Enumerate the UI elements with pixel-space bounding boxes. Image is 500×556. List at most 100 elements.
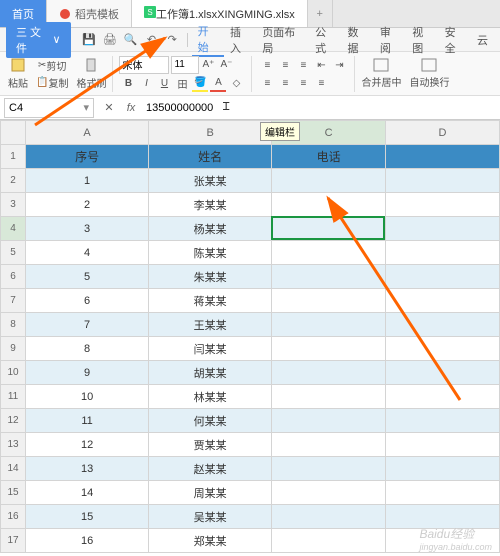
row-header[interactable]: 9 — [1, 337, 26, 361]
cell-seq[interactable]: 4 — [26, 241, 149, 265]
cell-seq[interactable]: 15 — [26, 505, 149, 529]
align-top-icon[interactable]: ≡ — [259, 58, 275, 74]
align-bottom-icon[interactable]: ≡ — [295, 58, 311, 74]
font-color-icon[interactable]: A — [210, 76, 226, 92]
menu-formula[interactable]: 公式 — [309, 24, 341, 56]
fill-color-icon[interactable]: 🪣 — [192, 76, 208, 92]
cell-seq[interactable]: 1 — [26, 169, 149, 193]
cell[interactable] — [386, 337, 500, 361]
cell-seq[interactable]: 12 — [26, 433, 149, 457]
cell-name[interactable]: 林某某 — [149, 385, 272, 409]
align-middle-icon[interactable]: ≡ — [277, 58, 293, 74]
cell-phone[interactable] — [272, 529, 386, 553]
cell-name[interactable]: 陈某某 — [149, 241, 272, 265]
cell[interactable] — [386, 361, 500, 385]
align-right-icon[interactable]: ≡ — [295, 76, 311, 92]
row-header[interactable]: 4 — [1, 217, 26, 241]
font-size-input[interactable] — [171, 56, 199, 74]
cell-name[interactable]: 张某某 — [149, 169, 272, 193]
header-seq[interactable]: 序号 — [26, 145, 149, 169]
cell[interactable] — [386, 385, 500, 409]
copy-button[interactable]: 📋 复制 — [36, 75, 68, 90]
font-name-input[interactable] — [119, 56, 169, 74]
cell-seq[interactable]: 16 — [26, 529, 149, 553]
indent-left-icon[interactable]: ⇤ — [313, 58, 329, 74]
row-header[interactable]: 17 — [1, 529, 26, 553]
cell[interactable] — [386, 241, 500, 265]
cell[interactable] — [386, 481, 500, 505]
col-header-d[interactable]: D — [386, 121, 500, 145]
paste-button[interactable]: 粘贴 — [8, 57, 28, 90]
print-icon[interactable]: 🖨 — [102, 32, 117, 48]
cell[interactable] — [386, 217, 500, 241]
row-header[interactable]: 16 — [1, 505, 26, 529]
cell-phone[interactable] — [272, 361, 386, 385]
cell-phone[interactable] — [272, 217, 386, 241]
cell-name[interactable]: 赵某某 — [149, 457, 272, 481]
header-name[interactable]: 姓名 — [149, 145, 272, 169]
cell-name[interactable]: 吴某某 — [149, 505, 272, 529]
menu-cloud[interactable]: 云 — [471, 32, 494, 48]
cut-button[interactable]: ✂ 剪切 — [38, 58, 66, 73]
indent-right-icon[interactable]: ⇥ — [331, 58, 347, 74]
cell[interactable] — [386, 313, 500, 337]
menu-insert[interactable]: 插入 — [224, 24, 256, 56]
cell-seq[interactable]: 8 — [26, 337, 149, 361]
row-header[interactable]: 6 — [1, 265, 26, 289]
menu-data[interactable]: 数据 — [341, 24, 373, 56]
cell-name[interactable]: 朱某某 — [149, 265, 272, 289]
cell-name[interactable]: 闫某某 — [149, 337, 272, 361]
cell-name[interactable]: 王某某 — [149, 313, 272, 337]
formula-input[interactable] — [142, 98, 493, 118]
save-icon[interactable]: 💾 — [82, 32, 97, 48]
cell[interactable] — [386, 433, 500, 457]
cell-phone[interactable] — [272, 505, 386, 529]
wrap-button[interactable]: 自动换行 — [409, 58, 449, 89]
row-header[interactable]: 7 — [1, 289, 26, 313]
row-header[interactable]: 10 — [1, 361, 26, 385]
cell-phone[interactable] — [272, 385, 386, 409]
cell-name[interactable]: 杨某某 — [149, 217, 272, 241]
cell-phone[interactable] — [272, 241, 386, 265]
border-icon[interactable]: 田 — [174, 76, 190, 92]
col-header-a[interactable]: A — [26, 121, 149, 145]
cell[interactable] — [386, 457, 500, 481]
row-header[interactable]: 15 — [1, 481, 26, 505]
cancel-icon[interactable]: ✕ — [100, 99, 118, 117]
cell-phone[interactable] — [272, 313, 386, 337]
cell-phone[interactable] — [272, 433, 386, 457]
cell-name[interactable]: 何某某 — [149, 409, 272, 433]
underline-icon[interactable]: U — [156, 76, 172, 92]
header-phone[interactable]: 电话 — [272, 145, 386, 169]
redo-icon[interactable]: ↷ — [165, 32, 180, 48]
cell[interactable] — [386, 289, 500, 313]
cell-name[interactable]: 郑某某 — [149, 529, 272, 553]
cell-name[interactable]: 周某某 — [149, 481, 272, 505]
cell-seq[interactable]: 13 — [26, 457, 149, 481]
col-header-b[interactable]: B — [149, 121, 272, 145]
row-header[interactable]: 11 — [1, 385, 26, 409]
italic-icon[interactable]: I — [138, 76, 154, 92]
row-header[interactable]: 8 — [1, 313, 26, 337]
cell-phone[interactable] — [272, 457, 386, 481]
cell-phone[interactable] — [272, 337, 386, 361]
fx-icon[interactable]: fx — [122, 99, 140, 117]
decrease-font-icon[interactable]: A⁻ — [218, 57, 234, 73]
merge-button[interactable]: 合并居中 — [361, 58, 401, 89]
cell-phone[interactable] — [272, 265, 386, 289]
row-header[interactable]: 13 — [1, 433, 26, 457]
cell-phone[interactable] — [272, 289, 386, 313]
cell-seq[interactable]: 3 — [26, 217, 149, 241]
menu-view[interactable]: 视图 — [406, 24, 438, 56]
menu-layout[interactable]: 页面布局 — [256, 24, 309, 56]
cell-name[interactable]: 李某某 — [149, 193, 272, 217]
row-header[interactable]: 12 — [1, 409, 26, 433]
cell-seq[interactable]: 11 — [26, 409, 149, 433]
row-header[interactable]: 5 — [1, 241, 26, 265]
cell-seq[interactable]: 9 — [26, 361, 149, 385]
clear-format-icon[interactable]: ◇ — [228, 76, 244, 92]
format-painter-button[interactable]: 格式刷 — [76, 57, 106, 90]
cell-phone[interactable] — [272, 169, 386, 193]
align-center-icon[interactable]: ≡ — [277, 76, 293, 92]
increase-font-icon[interactable]: A⁺ — [200, 57, 216, 73]
